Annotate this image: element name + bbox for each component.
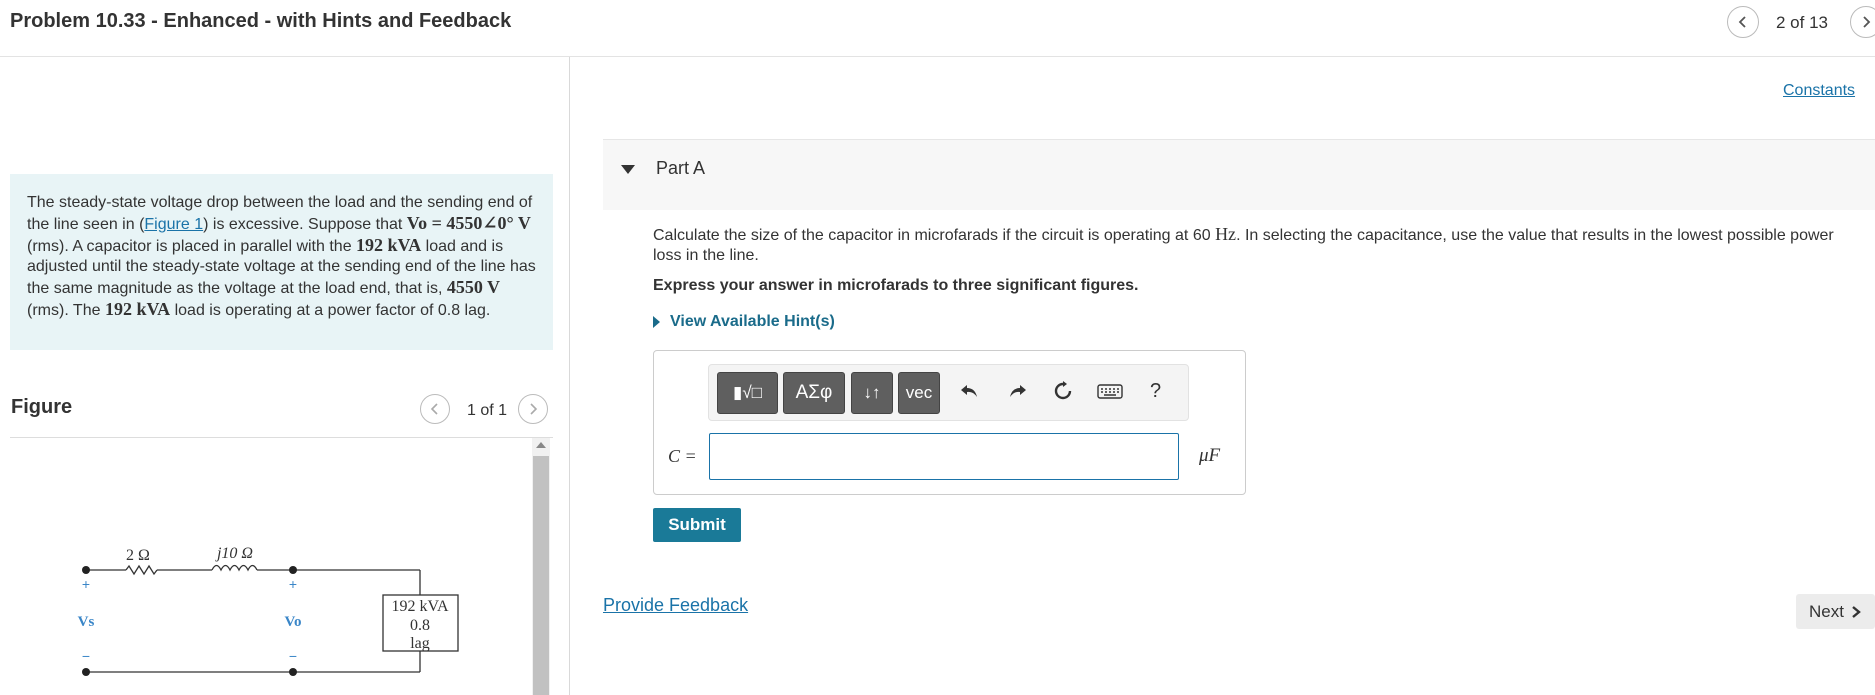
variable-text: C = (668, 446, 697, 466)
help-button[interactable]: ? (1150, 380, 1161, 403)
next-button[interactable]: Next (1796, 594, 1875, 629)
provide-feedback-link[interactable]: Provide Feedback (603, 595, 748, 616)
figure-count: 1 of 1 (467, 402, 508, 419)
voltage-expression: Vo = 4550∠0° V (406, 213, 531, 233)
resistor-symbol (125, 564, 158, 576)
terminal-node (289, 668, 297, 676)
scroll-up-arrow-icon[interactable] (536, 442, 546, 448)
figure-prev-button[interactable] (420, 394, 450, 424)
question-text: Calculate the size of the capacitor in m… (653, 224, 1858, 266)
figure-title: Figure (11, 396, 73, 418)
load-voltage-label: Vo (285, 614, 302, 630)
load-expression: 192 kVA (356, 235, 422, 255)
figure-scrollbar-thumb[interactable] (533, 456, 549, 695)
part-header[interactable] (603, 139, 1875, 210)
reactance-label: j10 Ω (215, 545, 253, 562)
expand-triangle-icon (653, 316, 660, 328)
header-bar: Problem 10.33 - Enhanced - with Hints an… (0, 0, 1875, 57)
vector-button[interactable]: vec (898, 372, 940, 414)
chevron-right-icon (1863, 16, 1871, 28)
subscript-button[interactable]: ↓↑ (851, 372, 893, 414)
collapse-triangle-icon[interactable] (621, 165, 635, 174)
keyboard-icon[interactable] (1097, 380, 1123, 408)
reset-icon[interactable] (1052, 380, 1074, 408)
problem-text: (rms). The (27, 302, 105, 319)
greek-symbols-button[interactable]: ΑΣφ (783, 372, 845, 414)
figure-divider (10, 437, 553, 438)
source-voltage-label: Vs (78, 614, 95, 630)
chevron-left-icon (430, 403, 438, 415)
part-label: Part A (656, 158, 706, 178)
next-problem-button[interactable] (1850, 6, 1875, 38)
templates-button[interactable]: ▮√□ (717, 372, 778, 414)
question-text-part: Calculate the size of the capacitor in m… (653, 227, 1216, 244)
inductor-symbol (211, 564, 258, 572)
figure-next-button[interactable] (518, 394, 548, 424)
undo-icon[interactable] (958, 380, 980, 408)
hints-label: View Available Hint(s) (670, 313, 835, 330)
terminal-node (289, 566, 297, 574)
load-label: 192 kVA (391, 598, 448, 615)
plus-sign: + (289, 576, 297, 592)
redo-icon[interactable] (1007, 380, 1029, 408)
problem-text: load is operating at a power factor of 0… (170, 302, 491, 319)
frequency-unit: Hz (1215, 224, 1237, 244)
problem-statement: The steady-state voltage drop between th… (10, 174, 553, 350)
answer-instruction: Express your answer in microfarads to th… (653, 277, 1139, 294)
answer-variable-label: C = (668, 446, 697, 467)
answer-unit-label: μF (1199, 445, 1221, 466)
answer-input[interactable] (709, 433, 1179, 480)
problem-text: (rms). A capacitor is placed in parallel… (27, 238, 357, 255)
view-hints-link[interactable]: View Available Hint(s) (653, 313, 835, 331)
load-pf-label: 0.8 (410, 617, 430, 634)
chevron-right-icon (530, 403, 538, 415)
load-lag-label: lag (410, 635, 430, 652)
terminal-node (82, 668, 90, 676)
plus-sign: + (82, 576, 90, 592)
circuit-diagram: 192 kVA 0.8 lag 2 Ω j10 Ω + − + − Vs Vo (78, 545, 459, 676)
terminal-node (82, 566, 90, 574)
prev-problem-button[interactable] (1727, 6, 1759, 38)
minus-sign: − (289, 648, 297, 664)
chevron-left-icon (1738, 16, 1746, 28)
resistor-label: 2 Ω (126, 547, 150, 564)
minus-sign: − (82, 648, 90, 664)
problem-count: 2 of 13 (1776, 13, 1828, 32)
constants-link[interactable]: Constants (1783, 82, 1855, 100)
panel-divider (569, 57, 570, 695)
load-expression: 192 kVA (104, 299, 171, 319)
voltage-magnitude: 4550 V (446, 277, 501, 297)
problem-text: ) is excessive. Suppose that (203, 216, 407, 233)
figure-link[interactable]: Figure 1 (144, 216, 203, 233)
chevron-right-icon (1852, 605, 1861, 618)
next-label: Next (1809, 601, 1844, 621)
submit-button[interactable]: Submit (653, 508, 741, 542)
page-title: Problem 10.33 - Enhanced - with Hints an… (10, 10, 512, 32)
